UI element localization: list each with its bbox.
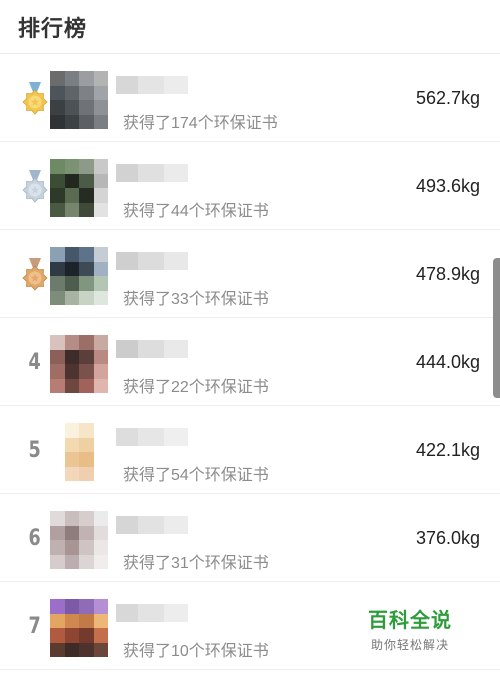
carbon-weight: 493.6kg [415,176,480,196]
certificate-count: 获得了54个环保证书 [123,467,269,484]
silver-medal-icon [20,168,50,204]
carbon-weight: 422.1kg [415,440,480,460]
ranking-row[interactable]: 6 获得了31个环保证书 376.0kg [0,494,500,582]
watermark-title: 百科全说 [368,609,452,632]
rank-number: 4 [20,344,50,380]
watermark: 百科全说 助你轻松解决 [348,598,472,658]
ranking-list: 获得了174个环保证书 562.7kg 获得了44个环保证书 493.6kg 获得了… [0,54,500,670]
rank-number-text: 4 [28,349,42,375]
username-blurred [116,340,188,358]
avatar[interactable] [50,71,108,129]
rank-number-text: 7 [28,613,42,639]
gold-medal-icon [20,80,50,116]
username-blurred [116,428,188,446]
ranking-row[interactable]: 获得了33个环保证书 478.9kg [0,230,500,318]
avatar[interactable] [50,423,108,481]
certificate-count: 获得了33个环保证书 [123,291,269,308]
carbon-weight: 478.9kg [415,264,480,284]
ranking-row[interactable]: 获得了44个环保证书 493.6kg [0,142,500,230]
carbon-weight: 444.0kg [415,352,480,372]
username-blurred [116,516,188,534]
page-header: 排行榜 [0,0,500,54]
page-title: 排行榜 [18,15,88,41]
username-blurred [116,164,188,182]
certificate-count: 获得了10个环保证书 [123,643,269,660]
avatar[interactable] [50,511,108,569]
rank-number-text: 6 [28,525,42,551]
ranking-row[interactable]: 4 获得了22个环保证书 444.0kg [0,318,500,406]
username-blurred [116,252,188,270]
rank-number: 7 [20,608,50,644]
watermark-subtitle: 助你轻松解决 [370,637,449,652]
rank-number: 5 [20,432,50,468]
bronze-medal-icon [20,256,50,292]
ranking-row[interactable]: 5 获得了54个环保证书 422.1kg [0,406,500,494]
avatar[interactable] [50,335,108,393]
avatar[interactable] [50,247,108,305]
certificate-count: 获得了44个环保证书 [123,203,269,220]
avatar[interactable] [50,159,108,217]
carbon-weight: 376.0kg [415,528,480,548]
certificate-count: 获得了31个环保证书 [123,555,269,572]
scrollbar[interactable] [493,258,500,398]
ranking-row[interactable]: 获得了174个环保证书 562.7kg [0,54,500,142]
rank-number-text: 5 [28,437,42,463]
username-blurred [116,604,188,622]
rank-number: 6 [20,520,50,556]
certificate-count: 获得了174个环保证书 [123,115,278,132]
carbon-weight: 562.7kg [415,88,480,108]
avatar[interactable] [50,599,108,657]
certificate-count: 获得了22个环保证书 [123,379,269,396]
username-blurred [116,76,188,94]
